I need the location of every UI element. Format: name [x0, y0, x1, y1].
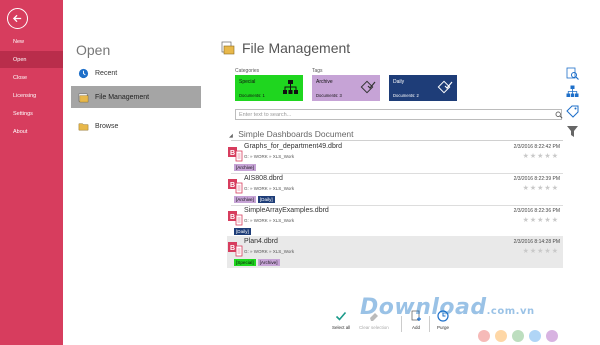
- folder-icon: [77, 91, 89, 103]
- tag-badge-daily: [Daily]: [257, 196, 275, 203]
- tag-tile-daily[interactable]: Daily Documents: 2: [389, 75, 457, 101]
- purge-label: Purge: [437, 325, 450, 330]
- filter-icon[interactable]: [566, 125, 579, 138]
- document-path: G: » WORK » XLS_Work: [244, 218, 295, 223]
- group-header[interactable]: ◢ Simple Dashboards Document: [229, 129, 354, 139]
- clear-selection-label: Clear selection: [359, 325, 389, 330]
- svg-text:B: B: [230, 214, 235, 221]
- dashboard-file-icon: B: [228, 179, 243, 194]
- arrow-left-icon: [12, 14, 22, 23]
- tile-count: Documents: 1: [239, 93, 265, 98]
- document-name: AIS808.dbrd: [244, 175, 283, 182]
- document-path: G: » WORK » XLS_Work: [244, 249, 295, 254]
- categories-label: Categories: [235, 68, 260, 74]
- select-all-label: Select all: [332, 325, 351, 330]
- tag-check-icon: [359, 79, 376, 96]
- document-tags: [Archive] [Daily]: [234, 196, 275, 203]
- document-name: Graphs_for_department49.dbrd: [244, 143, 343, 150]
- watermark-logo: Download.com.vn: [360, 295, 535, 320]
- document-date: 2/3/2016 8:22:42 PM: [513, 144, 560, 150]
- rating-stars[interactable]: ★★★★★: [523, 247, 559, 255]
- document-date: 2/3/2016 8:14:28 PM: [513, 239, 560, 245]
- category-tile-special[interactable]: Special Documents: 1: [235, 75, 303, 101]
- watermark-dots: [478, 330, 558, 342]
- tag-badge-archive: [Archive]: [257, 259, 280, 266]
- tag-icon[interactable]: [566, 105, 579, 118]
- document-name: SimpleArrayExamples.dbrd: [244, 207, 329, 214]
- search-icon: [555, 111, 563, 119]
- svg-text:B: B: [230, 150, 235, 157]
- dot-green: [512, 330, 524, 342]
- collapse-triangle-icon: ◢: [229, 133, 233, 139]
- document-path: G: » WORK » XLS_Work: [244, 186, 295, 191]
- sidebar-item-new[interactable]: New: [0, 33, 63, 50]
- open-item-label: Browse: [95, 122, 119, 130]
- open-item-label: File Management: [95, 93, 150, 101]
- document-tags: [Special] [Archive]: [234, 259, 280, 266]
- document-row-selected[interactable]: B Plan4.dbrd G: » WORK » XLS_Work 2/3/20…: [227, 236, 563, 268]
- hierarchy-icon: [282, 79, 299, 96]
- folder-open-icon: [77, 120, 89, 132]
- group-title: Simple Dashboards Document: [238, 129, 354, 139]
- open-item-browse[interactable]: Browse: [71, 115, 201, 137]
- tile-count: Documents: 2: [393, 93, 419, 98]
- rating-stars[interactable]: ★★★★★: [523, 152, 559, 160]
- sidebar-item-settings[interactable]: Settings: [0, 105, 63, 122]
- document-date: 2/3/2016 8:22:39 PM: [513, 176, 560, 182]
- tag-badge-archive: [Archive]: [234, 164, 256, 171]
- document-path: G: » WORK » XLS_Work: [244, 154, 295, 159]
- document-row[interactable]: B AIS808.dbrd G: » WORK » XLS_Work 2/3/2…: [227, 173, 563, 205]
- file-management-panel: File Management Categories Tags Special …: [205, 0, 600, 345]
- sidebar-item-open[interactable]: Open: [0, 51, 63, 68]
- document-row[interactable]: B Graphs_for_department49.dbrd G: » WORK…: [227, 141, 563, 173]
- tags-label: Tags: [312, 68, 323, 74]
- tag-badge-archive: [Archive]: [234, 196, 256, 203]
- svg-text:B: B: [230, 182, 235, 189]
- rating-stars[interactable]: ★★★★★: [523, 216, 559, 224]
- document-tags: [Daily]: [234, 228, 251, 235]
- dashboard-file-icon: B: [228, 242, 243, 257]
- select-all-button[interactable]: Select all: [332, 310, 350, 335]
- page-title: File Management: [221, 40, 350, 56]
- back-button[interactable]: [7, 8, 28, 29]
- search-button[interactable]: [554, 109, 563, 120]
- open-item-recent[interactable]: Recent: [71, 62, 201, 84]
- document-name: Plan4.dbrd: [244, 238, 278, 245]
- tag-badge-daily: [Daily]: [234, 228, 251, 235]
- sidebar-item-about[interactable]: About: [0, 123, 63, 140]
- open-panel: Open Recent File Management Browse: [63, 0, 205, 345]
- clock-icon: [77, 67, 89, 79]
- dot-blue: [529, 330, 541, 342]
- checkmark-icon: [336, 311, 347, 321]
- add-label: Add: [411, 325, 420, 330]
- sidebar-item-licensing[interactable]: Licensing: [0, 87, 63, 104]
- tile-count: Documents: 3: [316, 93, 342, 98]
- tag-check-icon: [436, 79, 453, 96]
- svg-text:B: B: [230, 245, 235, 252]
- rating-stars[interactable]: ★★★★★: [523, 184, 559, 192]
- page-title-text: File Management: [242, 40, 351, 56]
- dot-red: [478, 330, 490, 342]
- file-management-icon: [221, 41, 235, 55]
- dashboard-file-icon: B: [228, 147, 243, 162]
- tag-badge-special: [Special]: [234, 259, 256, 266]
- dot-purple: [546, 330, 558, 342]
- open-item-label: Recent: [95, 69, 118, 77]
- search-input[interactable]: Enter text to search...: [235, 109, 562, 120]
- sidebar-item-close[interactable]: Close: [0, 69, 63, 86]
- document-row[interactable]: B SimpleArrayExamples.dbrd G: » WORK » X…: [227, 205, 563, 237]
- document-tags: [Archive]: [234, 164, 256, 171]
- document-search-icon[interactable]: [566, 67, 579, 80]
- sidebar: New Open Close Licensing Settings About: [0, 0, 63, 345]
- hierarchy-icon[interactable]: [566, 85, 579, 98]
- tag-tile-archive[interactable]: Archive Documents: 3: [312, 75, 380, 101]
- document-date: 2/3/2016 8:22:36 PM: [513, 208, 560, 214]
- dashboard-file-icon: B: [228, 211, 243, 226]
- dot-orange: [495, 330, 507, 342]
- open-item-file-management[interactable]: File Management: [71, 86, 201, 108]
- open-title: Open: [76, 42, 111, 58]
